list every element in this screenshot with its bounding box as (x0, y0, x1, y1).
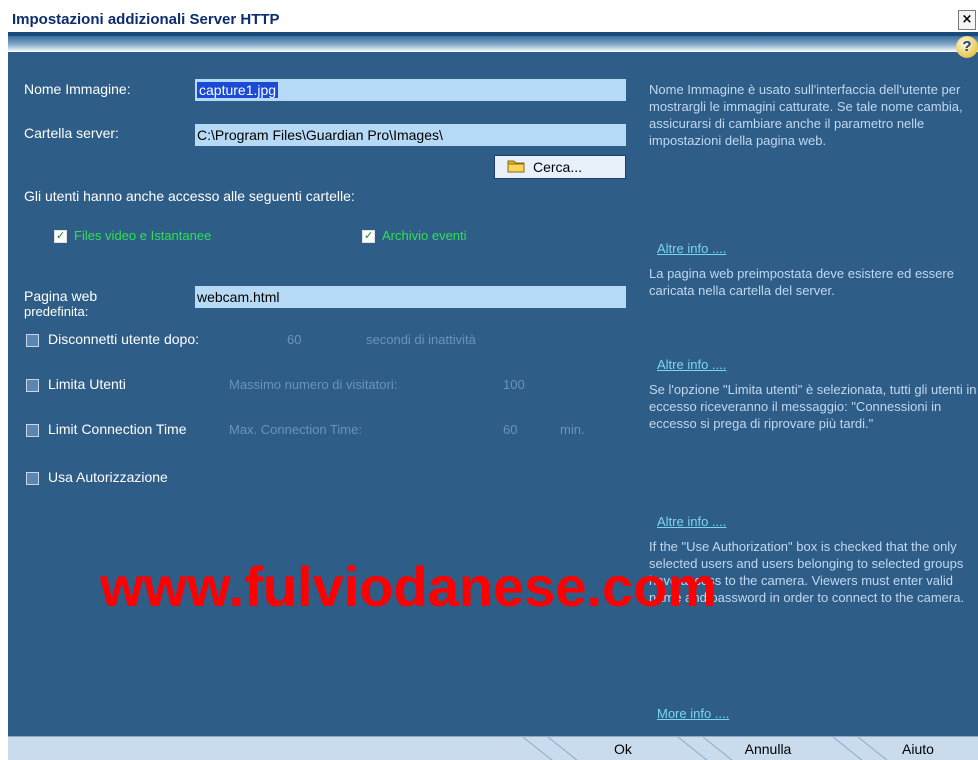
max-time-label: Max. Connection Time: (229, 422, 362, 437)
default-page-label-1: Pagina web (24, 288, 98, 304)
folder-icon (507, 157, 525, 178)
window-title: Impostazioni addizionali Server HTTP (12, 11, 280, 28)
server-folder-label: Cartella server: (24, 125, 119, 141)
max-visitors-label: Massimo numero di visitatori: (229, 377, 398, 392)
event-archive-label: Archivio eventi (382, 228, 467, 243)
files-video-label: Files video e Istantanee (74, 228, 212, 243)
checkbox-limit-time[interactable] (26, 424, 39, 437)
max-time-value[interactable]: 60 (503, 422, 517, 437)
header-band (8, 36, 978, 52)
max-visitors-value[interactable]: 100 (503, 377, 525, 392)
checkbox-use-auth[interactable] (26, 472, 39, 485)
disconnect-suffix: secondi di inattività (366, 332, 476, 347)
disconnect-seconds[interactable]: 60 (287, 332, 301, 347)
footer-bar: Ok Annulla Aiuto (8, 736, 978, 760)
use-auth-label: Usa Autorizzazione (48, 469, 168, 485)
access-label: Gli utenti hanno anche accesso alle segu… (24, 188, 355, 204)
watermark-text: www.fulviodanese.com (100, 555, 718, 618)
footer-tab-shapes (522, 737, 888, 760)
browse-button-label: Cerca... (533, 159, 583, 175)
help-icon[interactable]: ? (956, 36, 978, 58)
server-folder-field[interactable]: C:\Program Files\Guardian Pro\Images\ (195, 124, 626, 146)
more-info-link-1[interactable]: Altre info .... (657, 241, 726, 256)
browse-button[interactable]: Cerca... (494, 155, 626, 179)
default-page-label-2: predefinita: (24, 304, 89, 319)
default-page-field[interactable]: webcam.html (195, 286, 626, 308)
help-button[interactable]: Aiuto (888, 737, 948, 760)
image-name-label: Nome Immagine: (24, 81, 131, 97)
checkbox-files-video[interactable] (54, 229, 67, 243)
cancel-button[interactable]: Annulla (733, 737, 803, 760)
checkbox-limit-users[interactable] (26, 379, 39, 392)
disconnect-label: Disconnetti utente dopo: (48, 331, 199, 347)
title-bar: Impostazioni addizionali Server HTTP × (8, 8, 978, 32)
help-image-name: Nome Immagine è usato sull'interfaccia d… (649, 82, 963, 148)
more-info-link-3[interactable]: Altre info .... (657, 514, 726, 529)
limit-time-label: Limit Connection Time (48, 421, 187, 437)
help-limit-users: Se l'opzione "Limita utenti" è seleziona… (649, 382, 977, 431)
checkbox-disconnect[interactable] (26, 334, 39, 347)
more-info-link-2[interactable]: Altre info .... (657, 357, 726, 372)
image-name-field[interactable]: capture1.jpg (195, 79, 626, 101)
max-time-suffix: min. (560, 422, 585, 437)
limit-users-label: Limita Utenti (48, 376, 126, 392)
image-name-value: capture1.jpg (197, 82, 279, 98)
ok-button[interactable]: Ok (593, 737, 653, 760)
checkbox-event-archive[interactable] (362, 229, 375, 243)
more-info-link-4[interactable]: More info .... (657, 706, 729, 721)
settings-dialog: Impostazioni addizionali Server HTTP × ?… (8, 8, 978, 760)
close-button[interactable]: × (958, 10, 976, 30)
help-default-page: La pagina web preimpostata deve esistere… (649, 266, 954, 298)
